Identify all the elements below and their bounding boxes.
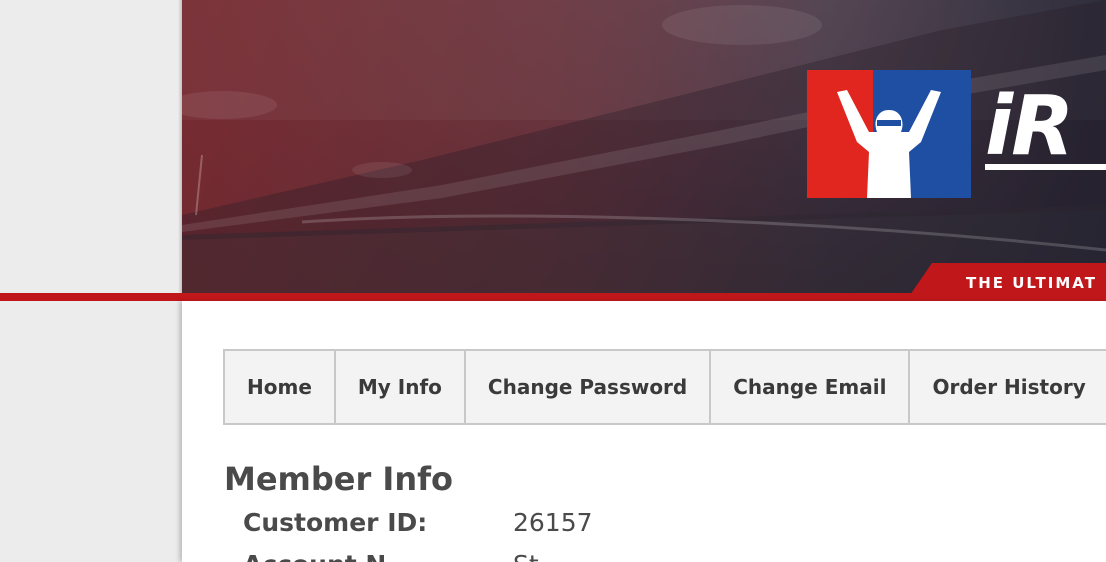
- account-nav: Home My Info Change Password Change Emai…: [223, 349, 1106, 425]
- tagline: THE ULTIMAT: [966, 274, 1097, 292]
- section-title: Member Info: [224, 460, 454, 498]
- brand-wordmark: iR: [985, 79, 1074, 174]
- account-name-label: Account N: [243, 550, 386, 562]
- header-red-stripe: [0, 293, 1106, 301]
- nav-home[interactable]: Home: [225, 351, 336, 423]
- nav-change-password[interactable]: Change Password: [466, 351, 712, 423]
- customer-id-value: 26157: [513, 508, 593, 537]
- iracing-logo-icon: [807, 70, 971, 198]
- nav-my-info[interactable]: My Info: [336, 351, 466, 423]
- page: iR THE ULTIMAT Home My Info Change Passw…: [0, 0, 1106, 562]
- brand-underline: [985, 164, 1106, 170]
- nav-order-history[interactable]: Order History: [910, 351, 1106, 423]
- nav-change-email[interactable]: Change Email: [711, 351, 911, 423]
- header-banner: [182, 0, 1106, 295]
- customer-id-label: Customer ID:: [243, 508, 428, 537]
- account-name-value: St: [513, 550, 539, 562]
